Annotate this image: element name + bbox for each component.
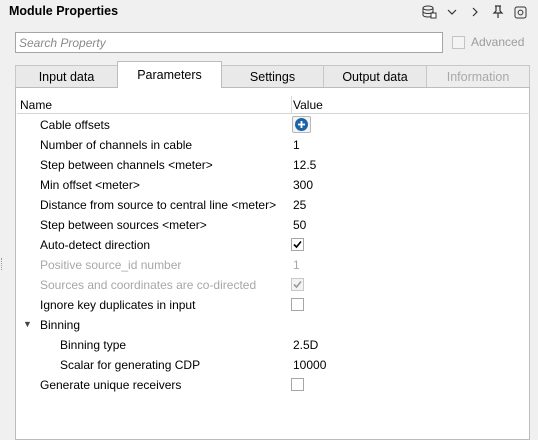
property-name: Distance from source to central line <me… <box>40 198 277 212</box>
property-name: Positive source_id number <box>40 258 182 272</box>
tab-settings[interactable]: Settings <box>221 65 324 88</box>
window-title: Module Properties <box>9 4 119 18</box>
property-value[interactable]: 300 <box>293 178 313 192</box>
property-name: Step between sources <meter> <box>40 218 207 232</box>
property-name: Cable offsets <box>40 118 110 132</box>
tab-output-data[interactable]: Output data <box>323 65 427 88</box>
advanced-toggle: Advanced <box>452 35 524 49</box>
property-row-generate-unique-receivers: Generate unique receivers <box>17 375 530 395</box>
tab-parameters[interactable]: Parameters <box>117 61 222 88</box>
advanced-label: Advanced <box>471 35 525 49</box>
property-row-step-between-sources[interactable]: Step between sources <meter> 50 <box>17 215 530 235</box>
tab-label: Output data <box>342 70 408 84</box>
property-row-min-offset[interactable]: Min offset <meter> 300 <box>17 175 530 195</box>
property-name: Scalar for generating CDP <box>60 358 201 372</box>
advanced-checkbox <box>452 35 465 49</box>
property-row-channels-in-cable[interactable]: Number of channels in cable 1 <box>17 135 530 155</box>
search-field[interactable] <box>15 32 448 53</box>
property-row-binning-type[interactable]: Binning type 2.5D <box>17 335 530 355</box>
plus-icon <box>295 118 308 131</box>
property-value[interactable]: 50 <box>293 218 306 232</box>
property-value[interactable]: 2.5D <box>293 338 318 352</box>
group-name: Binning <box>40 318 81 332</box>
property-row-auto-detect-direction: Auto-detect direction <box>17 235 530 255</box>
title-bar: Module Properties <box>0 0 538 24</box>
title-bar-icons <box>417 2 532 22</box>
property-row-positive-source-id: Positive source_id number 1 <box>17 255 530 275</box>
grid-header: Name Value <box>17 96 530 114</box>
expand-caret-icon[interactable]: ▼ <box>23 319 32 329</box>
property-name: Step between channels <meter> <box>40 158 213 172</box>
header-value: Value <box>293 98 323 112</box>
property-row-distance-source-central-line[interactable]: Distance from source to central line <me… <box>17 195 530 215</box>
property-name: Binning type <box>60 338 127 352</box>
pin-icon[interactable] <box>486 2 509 22</box>
property-group-binning[interactable]: ▼ Binning <box>17 315 530 335</box>
tab-label: Settings <box>249 70 296 84</box>
property-value[interactable]: 25 <box>293 198 306 212</box>
property-value[interactable]: 12.5 <box>293 158 316 172</box>
property-name: Sources and coordinates are co-directed <box>40 278 257 292</box>
generate-unique-receivers-checkbox[interactable] <box>291 378 304 391</box>
header-divider[interactable] <box>291 96 292 113</box>
chevron-down-icon[interactable] <box>440 2 463 22</box>
property-value[interactable]: 1 <box>293 138 300 152</box>
search-input[interactable] <box>16 33 448 52</box>
property-name: Ignore key duplicates in input <box>40 298 196 312</box>
tab-label: Input data <box>38 70 95 84</box>
ignore-key-duplicates-checkbox[interactable] <box>291 298 304 311</box>
checkmark-icon <box>293 240 302 249</box>
property-name: Min offset <meter> <box>40 178 140 192</box>
tab-information: Information <box>426 65 530 88</box>
header-name: Name <box>20 98 53 112</box>
property-row-sources-co-directed: Sources and coordinates are co-directed <box>17 275 530 295</box>
tab-bar: Input data Parameters Settings Output da… <box>15 61 530 88</box>
property-name: Auto-detect direction <box>40 238 151 252</box>
property-row-step-between-channels[interactable]: Step between channels <meter> 12.5 <box>17 155 530 175</box>
database-icon[interactable] <box>417 2 440 22</box>
property-row-scalar-cdp[interactable]: Scalar for generating CDP 10000 <box>17 355 530 375</box>
property-grid: Name Value Cable offsets Number of chann… <box>15 87 530 440</box>
add-button[interactable] <box>292 116 311 133</box>
property-value[interactable]: 10000 <box>293 358 326 372</box>
property-row-ignore-key-duplicates: Ignore key duplicates in input <box>17 295 530 315</box>
tab-label: Information <box>446 70 510 84</box>
tab-label: Parameters <box>137 68 202 82</box>
chevron-right-icon[interactable] <box>463 2 486 22</box>
splitter-grip[interactable] <box>1 258 5 270</box>
tab-input-data[interactable]: Input data <box>15 65 118 88</box>
property-name: Generate unique receivers <box>40 378 182 392</box>
settings-icon[interactable] <box>509 2 532 22</box>
property-row-cable-offsets: Cable offsets <box>17 115 530 135</box>
property-value: 1 <box>293 258 300 272</box>
auto-detect-direction-checkbox[interactable] <box>291 238 304 251</box>
checkmark-icon <box>293 280 302 289</box>
property-name: Number of channels in cable <box>40 138 193 152</box>
sources-co-directed-checkbox <box>291 278 304 291</box>
